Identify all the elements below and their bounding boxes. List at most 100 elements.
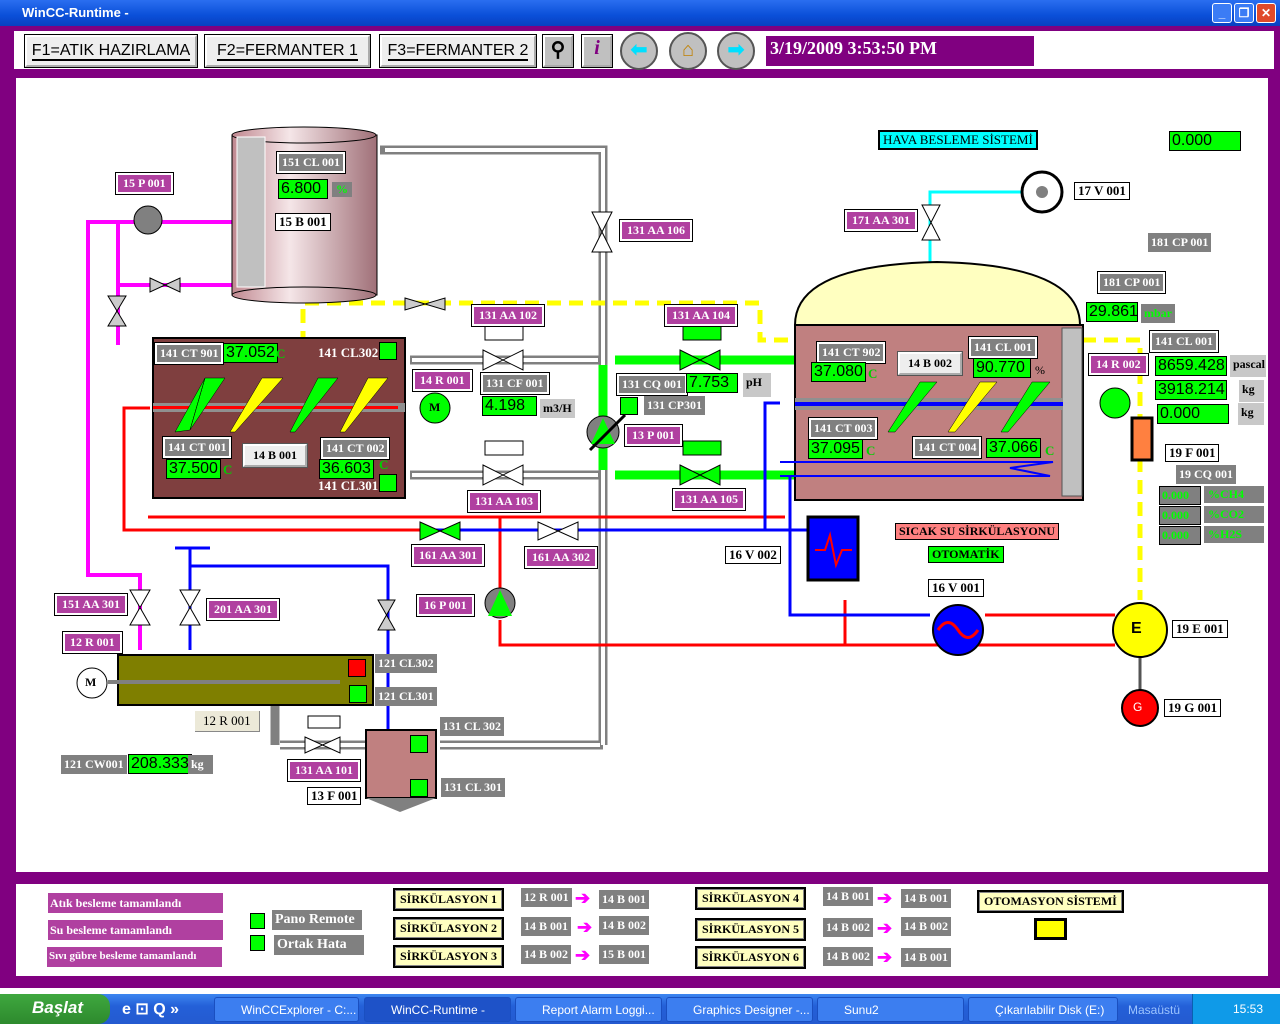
- tag-131cf001: 131 CF 001: [480, 372, 550, 395]
- tag-131cl301: 131 CL 301: [441, 778, 506, 797]
- value-h2s: 0.000: [1159, 526, 1201, 545]
- arrow-icon: ➔: [877, 918, 893, 938]
- mixer-12r001-button[interactable]: 12 R 001: [195, 711, 260, 732]
- unit-kg: kg: [1238, 403, 1264, 425]
- unit-co2: %CO2: [1204, 506, 1264, 523]
- hot-water-title: SICAK SU SİRKÜLASYONU: [895, 523, 1060, 540]
- arrow-icon: ➔: [877, 888, 893, 908]
- circ5-to: 14 B 002: [901, 917, 952, 936]
- tag-15p001[interactable]: 15 P 001: [115, 172, 174, 195]
- circ4-to: 14 B 001: [901, 889, 952, 908]
- tag-131aa101[interactable]: 131 AA 101: [286, 759, 362, 782]
- mixer-motor-label: M: [85, 675, 97, 689]
- unit-c: C: [223, 462, 233, 477]
- task-removable-disk[interactable]: Çıkarılabilir Disk (E:): [968, 997, 1118, 1022]
- circulation-3-button[interactable]: SİRKÜLASYON 3: [393, 945, 505, 968]
- tag-16v002: 16 V 002: [725, 546, 781, 564]
- quicklaunch-icons[interactable]: e ⊡ Q »: [122, 999, 179, 1019]
- tag-131aa105[interactable]: 131 AA 105: [671, 488, 747, 511]
- tag-131aa104[interactable]: 131 AA 104: [663, 304, 739, 327]
- indicator-131cp301: [620, 397, 638, 415]
- task-wincc-runtime[interactable]: WinCC-Runtime -: [364, 997, 511, 1022]
- indicator-131cl301: [410, 779, 428, 797]
- task-sunu2[interactable]: Sunu2: [817, 997, 964, 1022]
- tag-121cl301: 121 CL301: [375, 687, 437, 706]
- automation-indicator[interactable]: [1034, 918, 1067, 940]
- value-131cf001: 4.198: [482, 396, 537, 416]
- pump-15p001: [133, 205, 163, 235]
- fermenter-14b002-button[interactable]: 14 B 002: [896, 351, 964, 376]
- tag-14r001[interactable]: 14 R 001: [412, 369, 473, 392]
- circulation-1-button[interactable]: SİRKÜLASYON 1: [393, 888, 505, 911]
- tag-131aa106[interactable]: 131 AA 106: [618, 219, 694, 242]
- tank-15b001-label: 15 B 001: [275, 213, 331, 231]
- desktop-toolbar[interactable]: Masaüstü: [1128, 1003, 1180, 1017]
- tag-141cl001: 141 CL 001: [967, 336, 1039, 359]
- circ2-from: 14 B 001: [521, 917, 572, 936]
- circ2-to: 14 B 002: [599, 916, 650, 935]
- task-wincc-explorer[interactable]: WinCCExplorer - C:...: [214, 997, 359, 1022]
- tag-12r001[interactable]: 12 R 001: [62, 631, 123, 654]
- circ6-to: 14 B 001: [901, 948, 952, 967]
- unit-ch4: %CH4: [1204, 486, 1264, 503]
- tag-19g001: 19 G 001: [1164, 699, 1222, 717]
- tag-201aa301[interactable]: 201 AA 301: [205, 598, 281, 621]
- tag-161aa302[interactable]: 161 AA 302: [523, 546, 599, 569]
- tag-14r002[interactable]: 14 R 002: [1088, 353, 1149, 376]
- message-waste-feed-done: Atık besleme tamamlandı: [48, 893, 223, 913]
- tag-131aa103[interactable]: 131 AA 103: [466, 490, 542, 513]
- motor-label: M: [429, 400, 441, 414]
- value-co2: 0.000: [1159, 506, 1201, 525]
- circulation-6-button[interactable]: SİRKÜLASYON 6: [695, 946, 807, 969]
- tag-171aa301[interactable]: 171 AA 301: [843, 209, 919, 232]
- label-pano-remote: Pano Remote: [272, 910, 362, 930]
- unit-h2s: %H2S: [1204, 526, 1264, 543]
- reactor-14b001-button[interactable]: 14 B 001: [241, 443, 309, 468]
- tag-131cq001: 131 CQ 001: [616, 373, 688, 396]
- value-141ct004: 37.066: [986, 438, 1041, 458]
- unit-c: C: [379, 457, 389, 472]
- tag-141cl001-r: 141 CL 001: [1148, 330, 1220, 353]
- unit-m3h: m3/H: [540, 399, 575, 418]
- circulation-2-button[interactable]: SİRKÜLASYON 2: [393, 917, 505, 940]
- indicator-131cl302: [410, 735, 428, 753]
- clock: 15:53: [1233, 1002, 1264, 1016]
- unit-pascal: pascal: [1230, 355, 1266, 377]
- unit-c: C: [866, 443, 876, 458]
- generator-letter: G: [1133, 700, 1143, 714]
- tag-141ct001: 141 CT 001: [161, 436, 233, 459]
- value-141ct902: 37.080: [811, 362, 866, 382]
- start-label: Başlat: [32, 998, 84, 1017]
- tag-13p001[interactable]: 13 P 001: [624, 424, 683, 447]
- circulation-4-button[interactable]: SİRKÜLASYON 4: [695, 887, 807, 910]
- circ1-from: 12 R 001: [521, 888, 572, 907]
- tag-161aa301[interactable]: 161 AA 301: [410, 544, 486, 567]
- unit-ph: pH: [743, 373, 771, 397]
- motor-14r002: [1099, 387, 1131, 419]
- tag-131aa102[interactable]: 131 AA 102: [470, 304, 546, 327]
- engine-letter: E: [1131, 620, 1142, 637]
- mode-automatic: OTOMATİK: [928, 546, 1004, 563]
- task-report-alarm[interactable]: Report Alarm Loggi...: [515, 997, 662, 1022]
- task-graphics-designer[interactable]: Graphics Designer -...: [666, 997, 813, 1022]
- circulation-5-button[interactable]: SİRKÜLASYON 5: [695, 918, 807, 941]
- value-141ct003: 37.095: [808, 439, 863, 459]
- value-mass2: 0.000: [1157, 404, 1229, 424]
- arrow-icon: ➔: [575, 945, 591, 965]
- system-tray: 15:53: [1192, 994, 1280, 1024]
- fermenter-14b002-dome: [793, 260, 1082, 326]
- value-ch4: 0.000: [1159, 486, 1201, 505]
- unit-kg: kg: [1239, 380, 1264, 402]
- value-121cw001: 208.333: [128, 754, 192, 774]
- start-button[interactable]: Başlat: [0, 994, 110, 1024]
- tag-141ct901: 141 CT 901: [153, 342, 225, 365]
- value-141cl001: 90.770: [973, 358, 1031, 378]
- circ3-to: 15 B 001: [599, 945, 650, 964]
- tag-141ct004: 141 CT 004: [911, 436, 983, 459]
- circ3-from: 14 B 002: [521, 945, 572, 964]
- value-pressure: 8659.428: [1155, 356, 1227, 376]
- tag-151aa301[interactable]: 151 AA 301: [53, 593, 129, 616]
- tag-151cl001: 151 CL 001: [275, 151, 347, 174]
- tag-16p001[interactable]: 16 P 001: [416, 594, 475, 617]
- tag-141ct902: 141 CT 902: [815, 341, 887, 364]
